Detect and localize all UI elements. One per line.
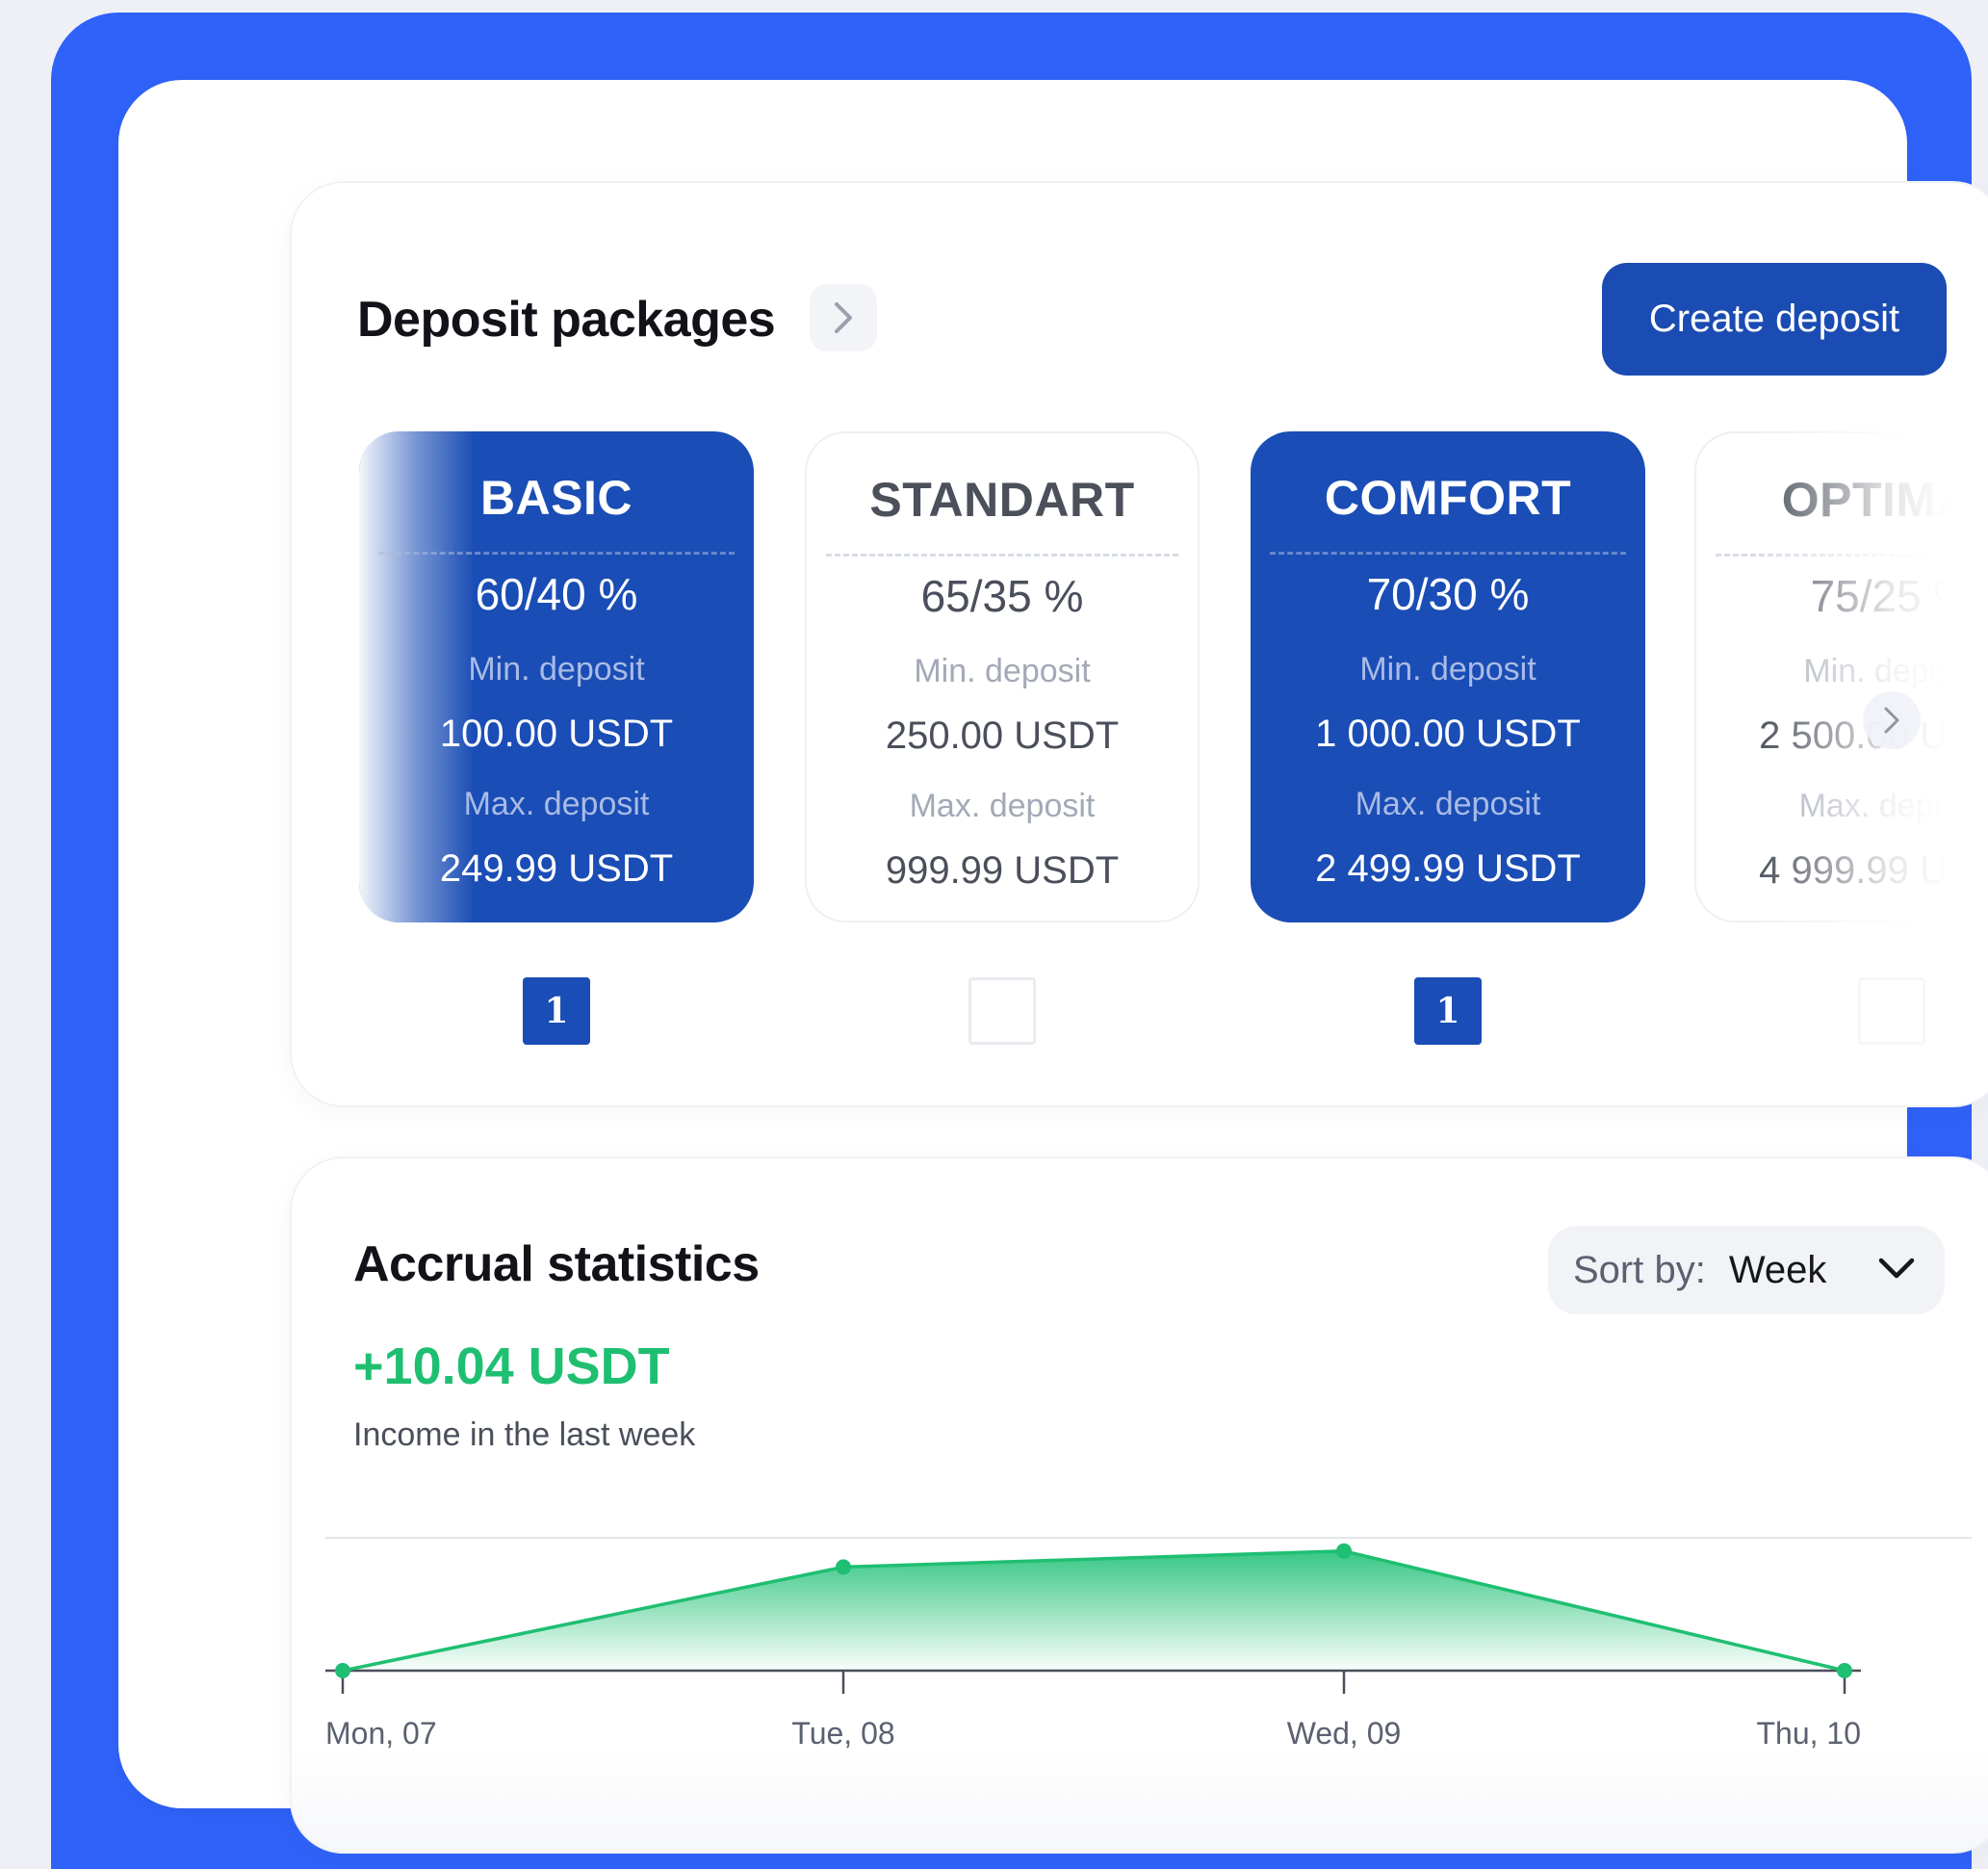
main-panel: Deposit packages Create deposit BASIC 60… [118, 80, 1988, 1854]
data-point [1837, 1663, 1852, 1678]
max-deposit-label: Max. deposit [1355, 786, 1541, 822]
quantity-box-basic[interactable]: 1 [523, 977, 590, 1045]
quantity-box-comfort[interactable]: 1 [1414, 977, 1482, 1045]
package-card-standart[interactable]: STANDART 65/35 % Min. deposit 250.00 USD… [805, 431, 1200, 922]
carousel-next-button[interactable] [1863, 691, 1921, 749]
package-card-optimal[interactable]: OPTIMAL 75/25 % Min. deposit 2 500.00 US… [1694, 431, 1948, 922]
min-deposit-label: Min. deposit [468, 651, 645, 688]
package-name: STANDART [869, 473, 1135, 527]
package-card-basic[interactable]: BASIC 60/40 % Min. deposit 100.00 USDT M… [359, 431, 754, 922]
divider [1270, 552, 1626, 555]
divider [826, 554, 1178, 557]
package-carousel: BASIC 60/40 % Min. deposit 100.00 USDT M… [359, 431, 1948, 932]
card-bottom-fade [292, 1746, 1988, 1852]
data-point [335, 1663, 350, 1678]
create-deposit-button[interactable]: Create deposit [1602, 263, 1947, 376]
max-deposit-label: Max. deposit [1798, 788, 1948, 824]
min-deposit-label: Min. deposit [1803, 653, 1948, 689]
max-deposit-label: Max. deposit [463, 786, 650, 822]
package-name: COMFORT [1324, 471, 1572, 525]
deposit-packages-link[interactable] [810, 284, 877, 351]
divider [378, 552, 735, 555]
package-ratio: 70/30 % [1366, 569, 1530, 619]
max-deposit-value: 2 499.99 USDT [1315, 847, 1581, 890]
max-deposit-value: 249.99 USDT [439, 847, 674, 890]
chart-area [343, 1550, 1845, 1671]
chevron-right-icon [835, 302, 852, 333]
min-deposit-value: 100.00 USDT [439, 713, 674, 755]
min-deposit-value: 250.00 USDT [885, 714, 1120, 757]
divider [1716, 554, 1948, 557]
max-deposit-value: 4 999.99 USDT [1759, 849, 1948, 892]
package-ratio: 65/35 % [920, 571, 1084, 621]
min-deposit-label: Min. deposit [1359, 651, 1536, 688]
deposit-packages-card: Deposit packages Create deposit BASIC 60… [290, 181, 1988, 1107]
max-deposit-value: 999.99 USDT [885, 849, 1120, 892]
chevron-right-icon [1884, 707, 1899, 734]
package-name: OPTIMAL [1781, 473, 1948, 527]
package-card-comfort[interactable]: COMFORT 70/30 % Min. deposit 1 000.00 US… [1251, 431, 1645, 922]
min-deposit-label: Min. deposit [914, 653, 1091, 689]
quantity-box-optimal[interactable] [1858, 977, 1925, 1045]
package-ratio: 75/25 % [1810, 571, 1948, 621]
data-point [1336, 1543, 1352, 1559]
package-ratio: 60/40 % [475, 569, 638, 619]
package-name: BASIC [479, 471, 633, 525]
accrual-statistics-card: Accrual statistics +10.04 USDT Income in… [290, 1156, 1988, 1854]
max-deposit-label: Max. deposit [909, 788, 1096, 824]
deposit-packages-title: Deposit packages [357, 292, 776, 348]
quantity-box-standart[interactable] [968, 977, 1036, 1045]
data-point [836, 1559, 851, 1575]
min-deposit-value: 1 000.00 USDT [1315, 713, 1581, 755]
